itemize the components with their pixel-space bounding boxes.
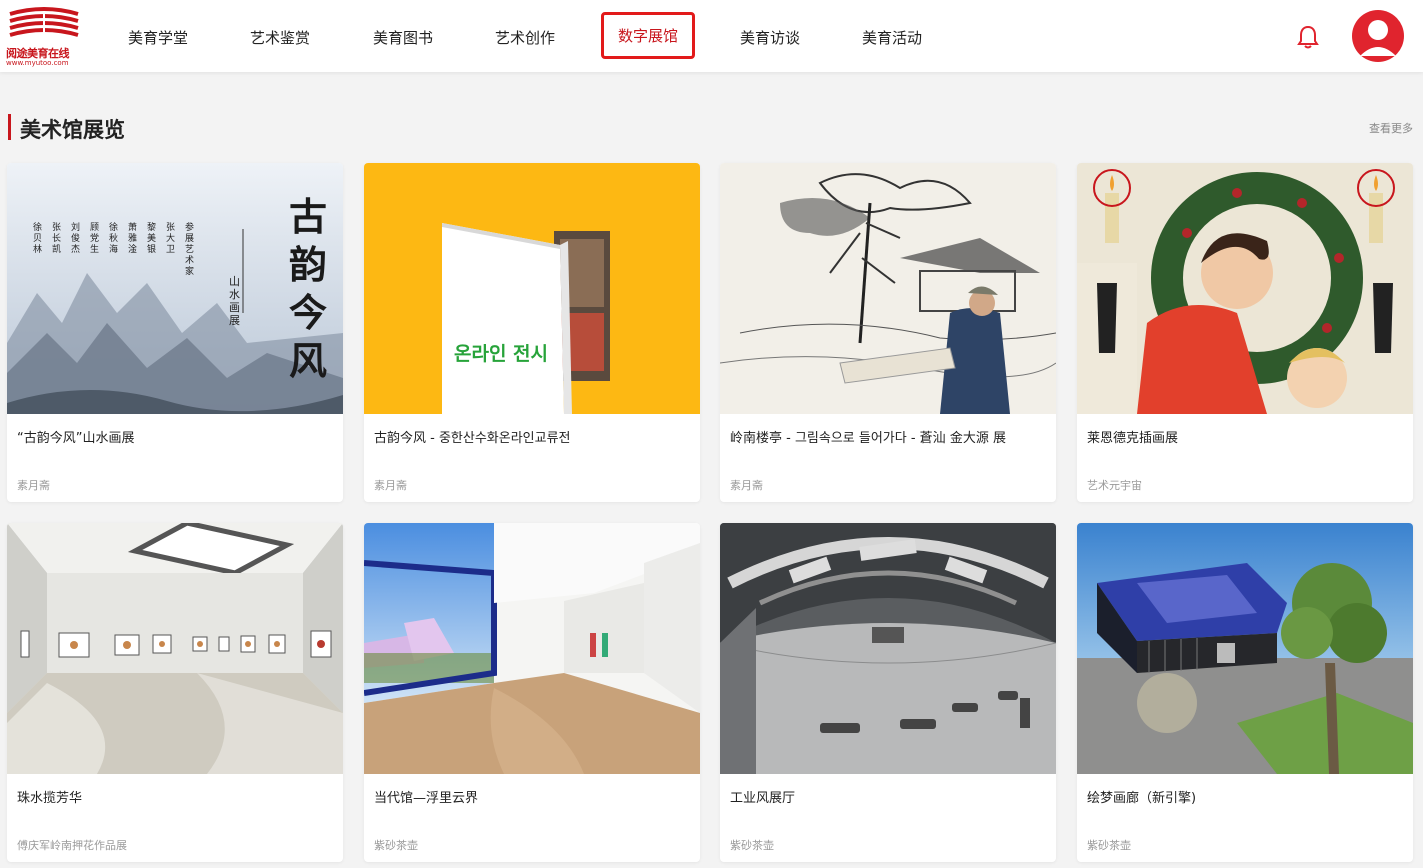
card-thumbnail [720, 523, 1056, 774]
card-thumbnail [364, 523, 700, 774]
exhibition-card[interactable]: 绘梦画廊（新引擎) 紫砂茶壶 [1077, 523, 1413, 862]
nav-item-shuzi-zhanguan[interactable]: 数字展馆 [601, 12, 696, 59]
card-subtitle: 艺术元宇宙 [1087, 479, 1142, 492]
section-accent-bar [8, 114, 11, 140]
site-logo[interactable]: 阅途美育在线 www.myutoo.com [6, 6, 82, 67]
bell-icon[interactable] [1296, 24, 1320, 50]
card-art-text: 집에서도 문화생활! [454, 282, 529, 327]
exhibition-card[interactable]: 工业风展厅 紫砂茶壶 [720, 523, 1056, 862]
card-title: 古韵今风 - 중한산수화온라인교류전 [374, 431, 571, 446]
nav-item-yishu-jianshang[interactable]: 艺术鉴赏 [250, 27, 310, 48]
card-thumbnail [364, 163, 700, 414]
logo-url: www.myutoo.com [6, 59, 69, 67]
card-thumbnail [7, 523, 343, 774]
card-title: 珠水揽芳华 [17, 791, 83, 806]
card-title: 绘梦画廊（新引擎) [1087, 791, 1197, 806]
card-thumbnail [1077, 163, 1413, 414]
exhibition-card[interactable]: 岭南楼亭 - 그림속으로 들어가다 - 蒼汕 金大源 展 素月斋 [720, 163, 1056, 502]
nav-item-meiyu-tushu[interactable]: 美育图书 [373, 27, 433, 48]
top-header: 阅途美育在线 www.myutoo.com 美育学堂 艺术鉴赏 美育图书 艺术创… [0, 0, 1423, 72]
nav-item-meiyu-fangtan[interactable]: 美育访谈 [740, 27, 800, 48]
card-thumbnail [1077, 523, 1413, 774]
card-subtitle: 素月斋 [730, 479, 763, 492]
exhibition-card[interactable]: 집에서도 문화생활! 온라인 전시 古韵今风 - 중한산수화온라인교류전 素月斋 [364, 163, 700, 502]
card-title: 莱恩德克插画展 [1087, 431, 1179, 446]
nav-item-yishu-chuangzuo[interactable]: 艺术创作 [495, 27, 555, 48]
card-subtitle: 傅庆军岭南押花作品展 [17, 839, 127, 852]
card-art-title: 古 韵 今 风 [288, 194, 327, 383]
exhibition-card[interactable]: 莱恩德克插画展 艺术元宇宙 [1077, 163, 1413, 502]
card-title: “古韵今风”山水画展 [17, 431, 135, 446]
card-subtitle: 紫砂茶壶 [374, 839, 418, 852]
section-title: 美术馆展览 [20, 118, 125, 142]
nav-item-meiyu-xuetang[interactable]: 美育学堂 [128, 27, 188, 48]
exhibition-card[interactable]: 珠水揽芳华 傅庆军岭南押花作品展 [7, 523, 343, 862]
card-subtitle: 紫砂茶壶 [730, 839, 774, 852]
card-subtitle: 紫砂茶壶 [1087, 839, 1131, 852]
view-more-link[interactable]: 查看更多 [1369, 120, 1413, 136]
nav-item-meiyu-huodong[interactable]: 美育活动 [862, 27, 922, 48]
card-art-text-green: 온라인 전시 [454, 343, 549, 365]
exhibition-card[interactable]: 古 韵 今 风 山水画展 徐贝林 张长凯 刘俊杰 顾党生 徐秋海 萧雅淦 黎美银… [7, 163, 343, 502]
card-title: 当代馆—浮里云界 [374, 791, 479, 806]
card-title: 工业风展厅 [730, 791, 796, 806]
card-subtitle: 素月斋 [374, 479, 407, 492]
card-subtitle: 素月斋 [17, 479, 50, 492]
logo-book-icon [9, 7, 79, 40]
user-avatar-icon[interactable] [1352, 10, 1404, 62]
card-art-subtitle: 山水画展 [229, 275, 240, 327]
card-title: 岭南楼亭 - 그림속으로 들어가다 - 蒼汕 金大源 展 [730, 431, 1006, 446]
exhibition-card[interactable]: 当代馆—浮里云界 紫砂茶壶 [364, 523, 700, 862]
card-thumbnail [720, 163, 1056, 414]
